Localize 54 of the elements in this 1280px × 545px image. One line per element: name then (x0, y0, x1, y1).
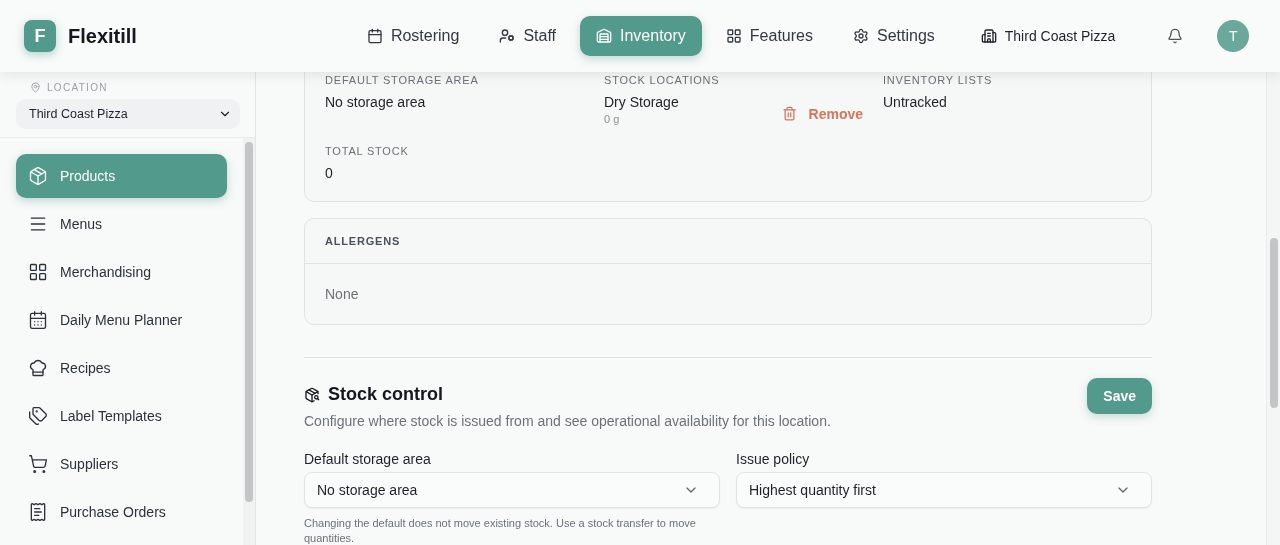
sidebar-item[interactable]: Menus (16, 202, 227, 246)
bell-icon (1167, 28, 1184, 44)
location-label: LOCATION (47, 82, 108, 93)
select-field[interactable]: Highest quantity first (736, 472, 1152, 508)
card-title: ALLERGENS (305, 219, 1151, 264)
sidebar-item[interactable]: Merchandising (16, 250, 227, 294)
location-name: Dry Storage (604, 94, 679, 110)
calendar-icon (366, 28, 383, 44)
field-label: TOTAL STOCK (325, 145, 410, 157)
trash-icon (781, 106, 797, 121)
nav-tab[interactable]: Rostering (350, 16, 476, 56)
nav-tab[interactable]: Features (709, 16, 829, 56)
sidebar-item[interactable]: Purchase Orders (16, 490, 227, 534)
section-description: Configure where stock is issued from and see operational availability for this location. (304, 413, 831, 429)
field-label: Issue policy (736, 451, 811, 467)
warehouse-icon (596, 28, 612, 44)
section-title: Stock control (328, 384, 443, 405)
scrollbar[interactable] (1266, 72, 1280, 545)
pin-icon (30, 82, 41, 93)
calendar-icon (28, 310, 48, 330)
field-label: INVENTORY LISTS (883, 74, 994, 86)
field-label: Default storage area (304, 451, 432, 467)
allergens-value: None (324, 285, 360, 304)
chef-hat-icon (28, 358, 48, 378)
field-value: Untracked (883, 94, 948, 110)
box-icon (28, 166, 48, 186)
package-search-icon (304, 386, 320, 403)
venue-button[interactable]: Third Coast Pizza (974, 27, 1122, 45)
tags-icon (28, 406, 48, 426)
scrollbar[interactable] (243, 138, 255, 545)
field-value: No storage area (325, 94, 427, 110)
receipt-icon (28, 502, 48, 522)
brand-name: Flexitill (68, 24, 137, 48)
location-quantity: 0 g (604, 113, 621, 125)
sidebar-item[interactable]: Recipes (16, 346, 227, 390)
field-hint: Changing the default does not move existing stock. Use a stock transfer to move quantities. (304, 516, 697, 545)
settings-icon (852, 28, 869, 44)
cart-icon (28, 454, 48, 474)
nav-tab[interactable]: Staff (483, 16, 572, 56)
building-icon (980, 28, 997, 44)
location-select[interactable]: Third Coast Pizza (16, 99, 240, 129)
field-value: 0 (325, 165, 334, 181)
sidebar-item[interactable]: Label Templates (16, 394, 227, 438)
nav-tab[interactable]: Settings (836, 16, 951, 56)
user-gear-icon (499, 28, 516, 44)
sidebar-item[interactable]: Daily Menu Planner (16, 298, 227, 342)
field-label: DEFAULT STORAGE AREA (325, 74, 480, 86)
select-field[interactable]: No storage area (304, 472, 720, 508)
grid-icon (725, 28, 742, 44)
field-label: STOCK LOCATIONS (604, 74, 721, 86)
notifications-button[interactable] (1167, 28, 1184, 44)
sidebar-item[interactable]: Suppliers (16, 442, 227, 486)
logo-icon: F (24, 20, 56, 52)
grid-icon (28, 262, 48, 282)
